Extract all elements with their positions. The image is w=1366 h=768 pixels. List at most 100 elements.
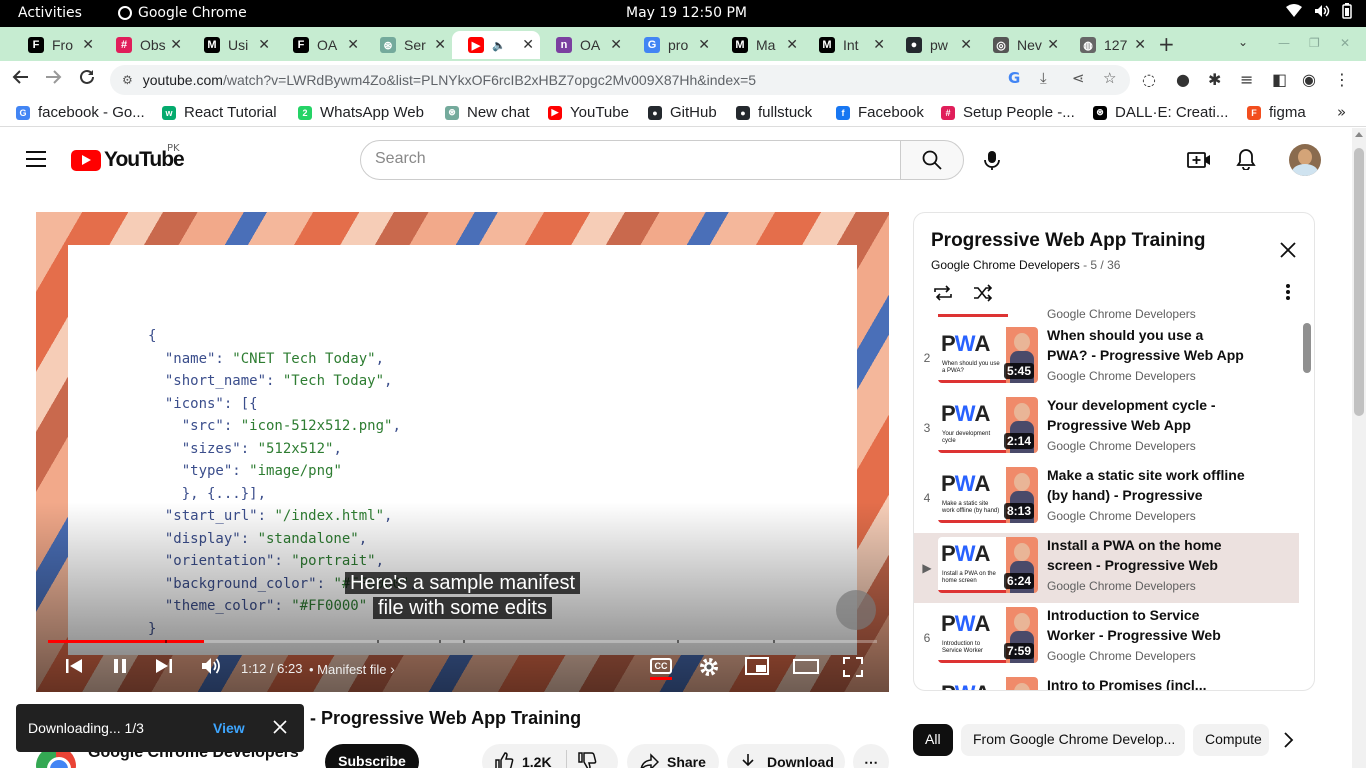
tab-5[interactable]: ▶ 🔈 ✕ — [452, 31, 540, 59]
bookmark-item[interactable]: Ffigma — [1247, 104, 1306, 121]
more-actions-button[interactable]: ⋯ — [853, 744, 889, 768]
install-app-icon[interactable]: ⤓ — [1040, 69, 1047, 87]
back-icon[interactable] — [12, 68, 30, 91]
pause-icon[interactable] — [110, 656, 130, 676]
bookmark-item[interactable]: ⊛ DALL·E: Creati... — [1093, 104, 1228, 121]
playlist-item[interactable]: 6 PWA Introduction to Service Worker 7:59 In… — [914, 603, 1299, 673]
tab-3[interactable]: F OA ✕ — [277, 31, 365, 59]
bookmark-item[interactable]: ▶ YouTube — [548, 104, 629, 121]
close-tab-icon[interactable]: ✕ — [1047, 36, 1059, 53]
bookmark-item[interactable]: f Facebook — [836, 104, 924, 121]
close-tab-icon[interactable]: ✕ — [347, 36, 359, 53]
close-tab-icon[interactable]: ✕ — [434, 36, 446, 53]
close-tab-icon[interactable]: ✕ — [522, 36, 534, 53]
close-tab-icon[interactable]: ✕ — [873, 36, 885, 53]
account-avatar[interactable] — [1289, 144, 1321, 176]
dislike-button[interactable] — [577, 751, 597, 768]
tab-2[interactable]: M Usi ✕ — [188, 31, 276, 59]
tab-12[interactable]: ◍ 127 ✕ — [1064, 31, 1152, 59]
subscribe-button[interactable]: Subscribe — [325, 744, 419, 768]
miniplayer-icon[interactable] — [745, 656, 769, 676]
search-input[interactable]: Search — [360, 140, 901, 180]
subtitles-cc-icon[interactable]: CC — [650, 658, 672, 674]
progress-bar[interactable] — [48, 640, 877, 643]
playlist-item[interactable]: ▶ PWA Install a PWA on the home screen 6:24… — [914, 533, 1299, 603]
create-video-icon[interactable] — [1187, 150, 1211, 170]
bookmark-item[interactable]: 2 WhatsApp Web — [298, 104, 424, 121]
share-button[interactable]: Share — [627, 744, 719, 768]
close-tab-icon[interactable]: ✕ — [786, 36, 798, 53]
playlist-item[interactable]: 4 PWA Make a static site work offline (by … — [914, 463, 1299, 533]
site-info-icon[interactable]: ⚙ — [122, 73, 133, 87]
share-icon[interactable]: ⋖ — [1072, 69, 1085, 87]
address-bar[interactable]: ⚙ youtube.com/watch?v=LWRdBywm4Zo&list=P… — [110, 65, 1130, 95]
theater-mode-icon[interactable] — [793, 656, 819, 676]
reload-icon[interactable] — [78, 68, 96, 91]
previous-icon[interactable] — [64, 656, 84, 676]
playlist-item[interactable]: 2 PWA When should you use a PWA? 5:45 When s… — [914, 323, 1299, 393]
guide-menu-icon[interactable] — [26, 151, 46, 167]
tab-7[interactable]: Gpro ✕ — [628, 31, 716, 59]
close-window-icon[interactable]: ✕ — [1340, 36, 1350, 50]
chips-next-icon[interactable] — [1282, 730, 1296, 750]
youtube-logo[interactable]: YouTube PK — [71, 143, 185, 172]
bookmark-item[interactable]: ● fullstuck — [736, 104, 812, 121]
toast-close-icon[interactable] — [272, 719, 288, 735]
loop-icon[interactable] — [932, 283, 954, 303]
close-tab-icon[interactable]: ✕ — [170, 36, 182, 53]
bookmark-item[interactable]: ● GitHub — [648, 104, 717, 121]
activities-button[interactable]: Activities — [18, 5, 82, 21]
reading-list-icon[interactable]: ≡ — [1240, 70, 1253, 89]
shuffle-icon[interactable] — [972, 283, 994, 303]
close-tab-icon[interactable]: ✕ — [82, 36, 94, 53]
close-tab-icon[interactable]: ✕ — [960, 36, 972, 53]
fullscreen-icon[interactable] — [842, 656, 864, 678]
extension-loading-icon[interactable]: ◌ — [1142, 70, 1156, 89]
forward-icon[interactable] — [44, 68, 62, 91]
more-actions-icon[interactable] — [1285, 283, 1291, 301]
profile-avatar[interactable]: ◉ — [1302, 70, 1316, 89]
tab-search-icon[interactable]: ⌄ — [1238, 35, 1248, 49]
side-panel-icon[interactable]: ◧ — [1272, 70, 1287, 89]
chip-computers[interactable]: Compute — [1193, 724, 1269, 756]
close-tab-icon[interactable]: ✕ — [258, 36, 270, 53]
chip-all[interactable]: All — [913, 724, 953, 756]
close-tab-icon[interactable]: ✕ — [610, 36, 622, 53]
menu-icon[interactable]: ⋮ — [1334, 70, 1350, 89]
tab-1[interactable]: # Obs ✕ — [100, 31, 188, 59]
search-button[interactable] — [900, 140, 964, 180]
tab-10[interactable]: ● pw ✕ — [890, 31, 978, 59]
next-icon[interactable] — [154, 656, 174, 676]
settings-gear-icon[interactable] — [698, 656, 720, 678]
close-tab-icon[interactable]: ✕ — [698, 36, 710, 53]
playlist-scrollbar[interactable] — [1303, 323, 1311, 373]
maximize-icon[interactable]: ❐ — [1309, 36, 1320, 50]
bookmark-item[interactable]: ⊛ New chat — [445, 104, 530, 121]
playlist-title[interactable]: Progressive Web App Training — [931, 230, 1206, 252]
download-button[interactable]: Download — [727, 744, 845, 768]
playlist-item[interactable]: 3 PWA Your development cycle 2:14 Your devel… — [914, 393, 1299, 463]
app-menu[interactable]: Google Chrome — [118, 5, 247, 21]
google-lens-icon[interactable]: G — [1008, 69, 1020, 87]
more-bookmarks-icon[interactable]: » — [1337, 103, 1346, 121]
clock[interactable]: May 19 12:50 PM — [626, 5, 747, 21]
toast-view-button[interactable]: View — [213, 720, 245, 736]
close-playlist-icon[interactable] — [1279, 241, 1297, 259]
bookmark-star-icon[interactable]: ☆ — [1103, 69, 1116, 87]
close-tab-icon[interactable]: ✕ — [1134, 36, 1146, 53]
bookmark-item[interactable]: w React Tutorial — [162, 104, 277, 121]
bookmark-item[interactable]: # Setup People -... — [941, 104, 1075, 121]
speaker-icon[interactable]: 🔈 — [492, 39, 520, 52]
tab-4[interactable]: ⊛ Ser ✕ — [364, 31, 452, 59]
chip-from-channel[interactable]: From Google Chrome Develop... — [961, 724, 1185, 756]
minimize-icon[interactable]: — — [1278, 36, 1290, 50]
voice-search-icon[interactable] — [982, 150, 1002, 170]
volume-icon[interactable] — [200, 656, 222, 676]
tab-9[interactable]: M Int ✕ — [803, 31, 891, 59]
playlist-item[interactable]: PWA Intro to Promises (incl... — [914, 673, 1299, 690]
extension-icon[interactable]: ● — [1176, 70, 1190, 89]
chapter-title[interactable]: • Manifest file › — [309, 661, 395, 677]
tab-11[interactable]: ◎ Nev ✕ — [977, 31, 1065, 59]
system-tray[interactable] — [1286, 3, 1352, 19]
tab-0[interactable]: F Fro ✕ — [12, 31, 100, 59]
